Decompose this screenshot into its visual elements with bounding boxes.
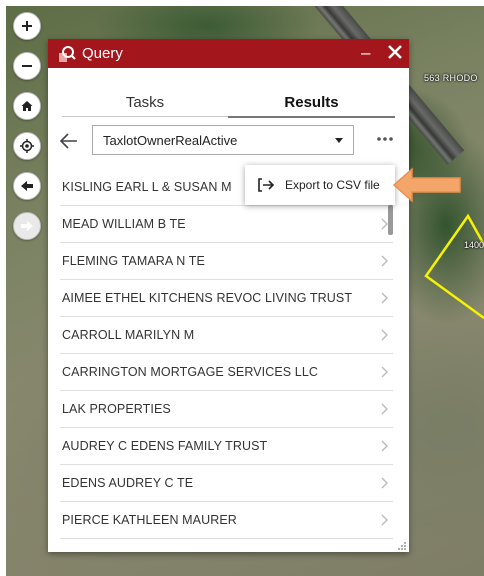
tab-results[interactable]: Results: [228, 94, 395, 118]
result-label: FLEMING TAMARA N TE: [62, 254, 205, 268]
list-item[interactable]: LAK PROPERTIES: [60, 391, 393, 428]
minus-icon: [22, 65, 32, 67]
home-button[interactable]: [13, 92, 41, 120]
list-item[interactable]: AUDREY C EDENS FAMILY TRUST: [60, 428, 393, 465]
result-label: EDENS AUDREY C TE: [62, 476, 194, 490]
layer-select-value: TaxlotOwnerRealActive: [103, 133, 238, 148]
more-options-icon[interactable]: [376, 136, 394, 142]
panel-tabs: Tasks Results: [62, 94, 395, 118]
callout-arrow: [392, 167, 461, 203]
query-panel: Query – Tasks Results TaxlotOwnerRealAct…: [48, 39, 409, 552]
result-label: KISLING EARL L & SUSAN M: [62, 180, 232, 194]
query-icon: [59, 45, 76, 62]
arrow-left-icon: [21, 181, 33, 191]
export-icon: [258, 178, 275, 192]
list-item[interactable]: MEAD WILLIAM B TE: [60, 206, 393, 243]
chevron-right-icon: [381, 403, 388, 415]
zoom-out-button[interactable]: [13, 52, 41, 80]
plus-icon: [22, 21, 32, 31]
layer-select[interactable]: TaxlotOwnerRealActive: [92, 125, 354, 155]
list-item[interactable]: CARRINGTON MORTGAGE SERVICES LLC: [60, 354, 393, 391]
result-label: AIMEE ETHEL KITCHENS REVOC LIVING TRUST: [62, 291, 353, 305]
chevron-right-icon: [381, 366, 388, 378]
export-csv-label: Export to CSV file: [285, 178, 380, 192]
previous-extent-button[interactable]: [13, 172, 41, 200]
chevron-right-icon: [381, 292, 388, 304]
parcel-label: 1400: [464, 240, 484, 250]
zoom-in-button[interactable]: [13, 12, 41, 40]
minimize-button[interactable]: –: [361, 44, 370, 61]
result-label: PIERCE KATHLEEN MAURER: [62, 513, 237, 527]
result-label: AUDREY C EDENS FAMILY TRUST: [62, 439, 268, 453]
export-csv-menu-item[interactable]: Export to CSV file: [245, 165, 395, 205]
results-list: KISLING EARL L & SUSAN M MEAD WILLIAM B …: [60, 169, 393, 539]
chevron-right-icon: [381, 440, 388, 452]
chevron-right-icon: [381, 255, 388, 267]
chevron-right-icon: [381, 514, 388, 526]
resize-grip-icon[interactable]: [397, 541, 407, 551]
list-item[interactable]: CARROLL MARILYN M: [60, 317, 393, 354]
result-label: CARRINGTON MORTGAGE SERVICES LLC: [62, 365, 319, 379]
chevron-right-icon: [381, 329, 388, 341]
list-item[interactable]: PIERCE KATHLEEN MAURER: [60, 502, 393, 539]
close-icon[interactable]: [386, 43, 404, 61]
panel-titlebar[interactable]: Query –: [48, 39, 409, 68]
result-label: MEAD WILLIAM B TE: [62, 217, 186, 231]
back-arrow-icon[interactable]: [60, 133, 78, 149]
my-location-button[interactable]: [13, 132, 41, 160]
list-item[interactable]: EDENS AUDREY C TE: [60, 465, 393, 502]
locate-icon: [20, 139, 34, 153]
chevron-right-icon: [381, 477, 388, 489]
tab-tasks[interactable]: Tasks: [62, 94, 228, 117]
list-item[interactable]: FLEMING TAMARA N TE: [60, 243, 393, 280]
arrow-right-icon: [21, 221, 33, 231]
home-icon: [21, 101, 33, 111]
panel-title: Query: [82, 45, 123, 62]
list-item[interactable]: AIMEE ETHEL KITCHENS REVOC LIVING TRUST: [60, 280, 393, 317]
result-label: LAK PROPERTIES: [62, 402, 171, 416]
chevron-down-icon: [335, 138, 343, 143]
road-label: 563 RHODO: [424, 73, 478, 83]
results-scrollbar[interactable]: [388, 205, 393, 235]
next-extent-button[interactable]: [13, 212, 41, 240]
result-label: CARROLL MARILYN M: [62, 328, 195, 342]
